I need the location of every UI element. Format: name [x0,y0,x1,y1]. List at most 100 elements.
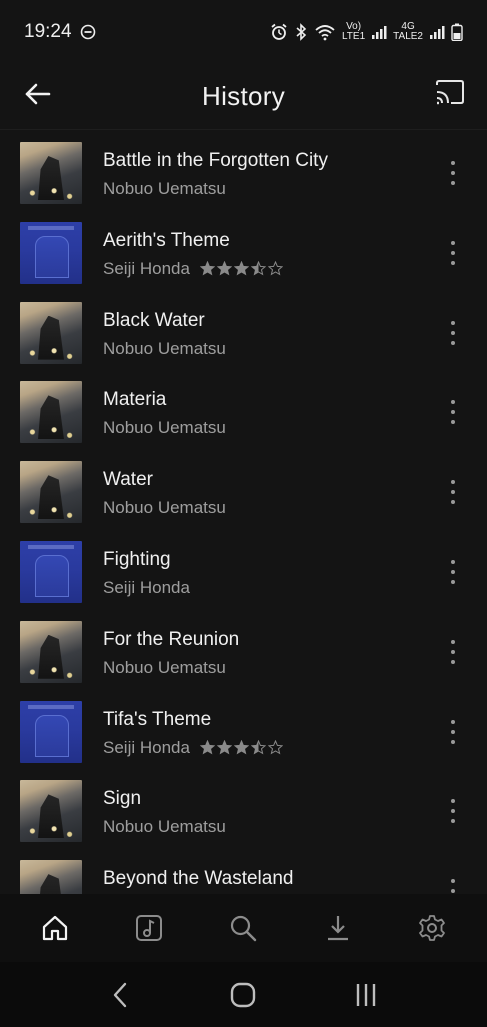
more-options-icon[interactable] [445,557,461,587]
system-home-button[interactable] [223,975,263,1015]
history-track-list: Battle in the Forgotten City Nobuo Uemats… [0,131,487,894]
album-art [20,780,82,843]
track-info: Tifa's Theme Seiji Honda [103,708,427,759]
star-filled-icon [199,261,215,276]
menu-dot [451,420,455,425]
star-filled-icon [233,261,249,276]
track-row[interactable]: Aerith's Theme Seiji Honda [0,211,487,291]
track-row[interactable]: Water Nobuo Uematsu [0,450,487,530]
menu-dot [451,161,455,165]
album-art [20,860,82,894]
home-circle-icon [231,982,256,1007]
track-title: For the Reunion [103,628,240,650]
bottom-navigation [0,894,487,962]
track-artist: Seiji Honda [103,737,190,757]
menu-dot [451,649,455,654]
track-info: Battle in the Forgotten City Nobuo Uemats… [103,149,427,200]
bluetooth-icon [296,23,307,41]
menu-dot [451,250,455,255]
star-filled-icon [199,740,215,755]
menu-dot [451,559,455,564]
nav-library[interactable] [125,904,173,952]
menu-dot [451,729,455,734]
network-label-2: 4G TALE2 [393,21,423,42]
track-info: For the Reunion Nobuo Uematsu [103,628,427,679]
status-time: 19:24 [24,21,72,42]
track-info: Beyond the WastelandNobuo Uematsu [103,867,427,894]
album-art [20,620,82,683]
page-title: History [202,81,285,111]
chevron-left-icon [113,982,127,1007]
menu-dot [451,809,455,814]
more-options-icon[interactable] [445,637,461,667]
system-navigation-bar [0,962,487,1027]
home-icon [42,915,68,941]
track-title: Beyond the Wasteland [103,868,294,890]
search-icon [231,915,257,942]
menu-dot [451,799,455,804]
album-art [20,461,82,524]
nav-settings[interactable] [408,904,456,952]
star-half-icon [250,261,266,276]
track-title: Tifa's Theme [103,708,212,730]
menu-dot [451,889,455,894]
more-options-icon[interactable] [445,238,461,268]
more-options-icon[interactable] [445,158,461,188]
more-options-icon[interactable] [445,477,461,507]
status-left: 19:24 [24,21,96,43]
track-subtitle: Nobuo Uematsu [103,497,427,519]
system-recents-button[interactable] [346,975,386,1015]
track-info: Sign Nobuo Uematsu [103,787,427,838]
track-artist: Seiji Honda [103,258,190,278]
menu-dot [451,639,455,644]
status-right: Vo) LTE1 4G TALE2 [270,22,463,42]
track-subtitle: Seiji Honda [103,258,427,280]
star-filled-icon [233,740,249,755]
menu-dot [451,181,455,185]
more-options-icon[interactable] [445,318,461,348]
track-row[interactable]: Tifa's Theme Seiji Honda [0,690,487,770]
track-info: Fighting Seiji Honda [103,548,427,599]
menu-dot [451,719,455,724]
system-back-button[interactable] [101,975,141,1015]
menu-dot [451,240,455,245]
back-button[interactable] [22,78,54,110]
album-art [20,381,82,444]
wifi-icon [315,25,335,41]
nav-search[interactable] [219,904,267,952]
track-title: Water [103,469,153,491]
track-title: Sign [103,788,142,810]
cast-button[interactable] [433,76,467,110]
track-subtitle: Nobuo Uematsu [103,657,427,679]
app-bar: History [0,64,487,130]
track-row[interactable]: Battle in the Forgotten City Nobuo Uemats… [0,131,487,211]
track-row[interactable]: Materia Nobuo Uematsu [0,370,487,450]
track-artist: Nobuo Uematsu [103,817,226,837]
rating-stars [199,261,283,276]
more-options-icon[interactable] [445,717,461,747]
nav-home[interactable] [31,904,79,952]
network-label-1: Vo) LTE1 [341,21,366,42]
more-options-icon[interactable] [445,876,461,894]
track-title: Aerith's Theme [103,229,230,251]
menu-dot [451,260,455,265]
track-row[interactable]: For the Reunion Nobuo Uematsu [0,610,487,690]
track-row[interactable]: Black Water Nobuo Uematsu [0,291,487,371]
battery-icon [451,23,463,41]
nav-downloads[interactable] [314,904,362,952]
album-art [20,700,82,763]
more-options-icon[interactable] [445,796,461,826]
album-art [20,221,82,284]
menu-dot [451,659,455,664]
menu-dot [451,579,455,584]
track-subtitle: Seiji Honda [103,577,427,599]
track-subtitle: Seiji Honda [103,737,427,759]
more-options-icon[interactable] [445,397,461,427]
menu-dot [451,490,455,495]
track-row[interactable]: Sign Nobuo Uematsu [0,769,487,849]
menu-dot [451,500,455,505]
gear-icon [418,915,445,941]
track-row[interactable]: Beyond the WastelandNobuo Uematsu [0,849,487,894]
menu-dot [451,330,455,335]
track-row[interactable]: Fighting Seiji Honda [0,530,487,610]
